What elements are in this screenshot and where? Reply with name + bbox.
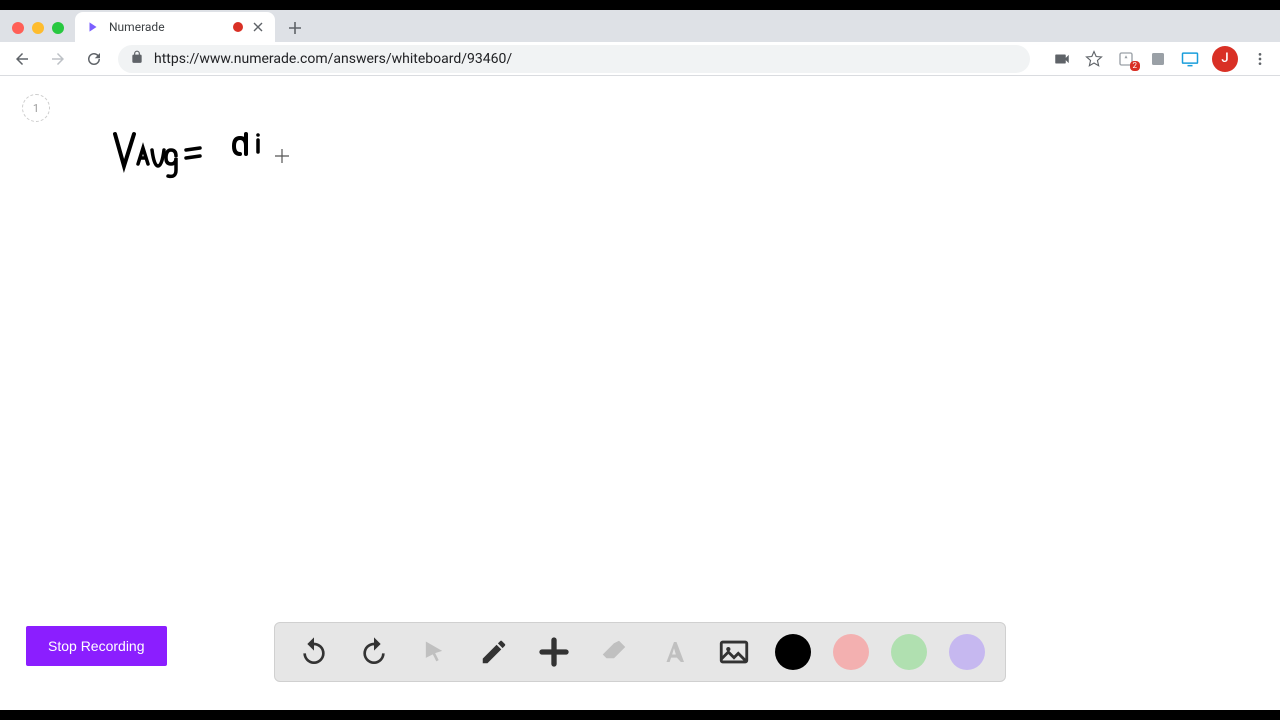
tab-close-button[interactable] — [251, 20, 265, 34]
stop-recording-label: Stop Recording — [48, 638, 145, 654]
image-tool[interactable] — [715, 633, 753, 671]
pencil-tool[interactable] — [475, 633, 513, 671]
lock-icon — [130, 49, 144, 68]
recording-indicator-icon — [233, 22, 243, 32]
whiteboard-canvas[interactable]: 1 Stop Recording — [0, 76, 1280, 710]
text-tool[interactable] — [655, 633, 693, 671]
extension2-icon[interactable] — [1148, 49, 1168, 69]
extension-badge: 2 — [1130, 61, 1141, 71]
page-number-text: 1 — [33, 102, 39, 115]
avatar-letter: J — [1221, 51, 1228, 66]
undo-button[interactable] — [295, 633, 333, 671]
address-right-actions: 2 J — [1052, 46, 1270, 72]
forward-button[interactable] — [46, 47, 70, 71]
color-black[interactable] — [775, 634, 811, 670]
window-bottom-border — [0, 710, 1280, 720]
tab-bar: Numerade — [0, 10, 1280, 42]
window-maximize-button[interactable] — [52, 22, 64, 34]
pointer-tool[interactable] — [415, 633, 453, 671]
menu-icon[interactable] — [1250, 49, 1270, 69]
eraser-tool[interactable] — [595, 633, 633, 671]
back-button[interactable] — [10, 47, 34, 71]
color-pink[interactable] — [833, 634, 869, 670]
address-bar-row: https://www.numerade.com/answers/whitebo… — [0, 42, 1280, 76]
camera-icon[interactable] — [1052, 49, 1072, 69]
window-controls — [12, 22, 64, 34]
add-tool[interactable] — [535, 633, 573, 671]
window-close-button[interactable] — [12, 22, 24, 34]
window-minimize-button[interactable] — [32, 22, 44, 34]
window-top-border — [0, 0, 1280, 10]
user-avatar[interactable]: J — [1212, 46, 1238, 72]
stop-recording-button[interactable]: Stop Recording — [26, 626, 167, 666]
tab-title: Numerade — [109, 20, 225, 34]
tab-favicon — [85, 19, 101, 35]
reload-button[interactable] — [82, 47, 106, 71]
browser-tab[interactable]: Numerade — [75, 12, 275, 42]
new-tab-button[interactable] — [281, 14, 309, 42]
color-purple[interactable] — [949, 634, 985, 670]
device-icon[interactable] — [1180, 49, 1200, 69]
star-icon[interactable] — [1084, 49, 1104, 69]
color-green[interactable] — [891, 634, 927, 670]
url-bar[interactable]: https://www.numerade.com/answers/whitebo… — [118, 45, 1030, 73]
url-text: https://www.numerade.com/answers/whitebo… — [154, 51, 512, 67]
extension-icon[interactable]: 2 — [1116, 49, 1136, 69]
redo-button[interactable] — [355, 633, 393, 671]
page-number-indicator[interactable]: 1 — [22, 94, 50, 122]
crosshair-cursor-icon — [275, 148, 289, 167]
whiteboard-toolbar — [274, 622, 1006, 682]
